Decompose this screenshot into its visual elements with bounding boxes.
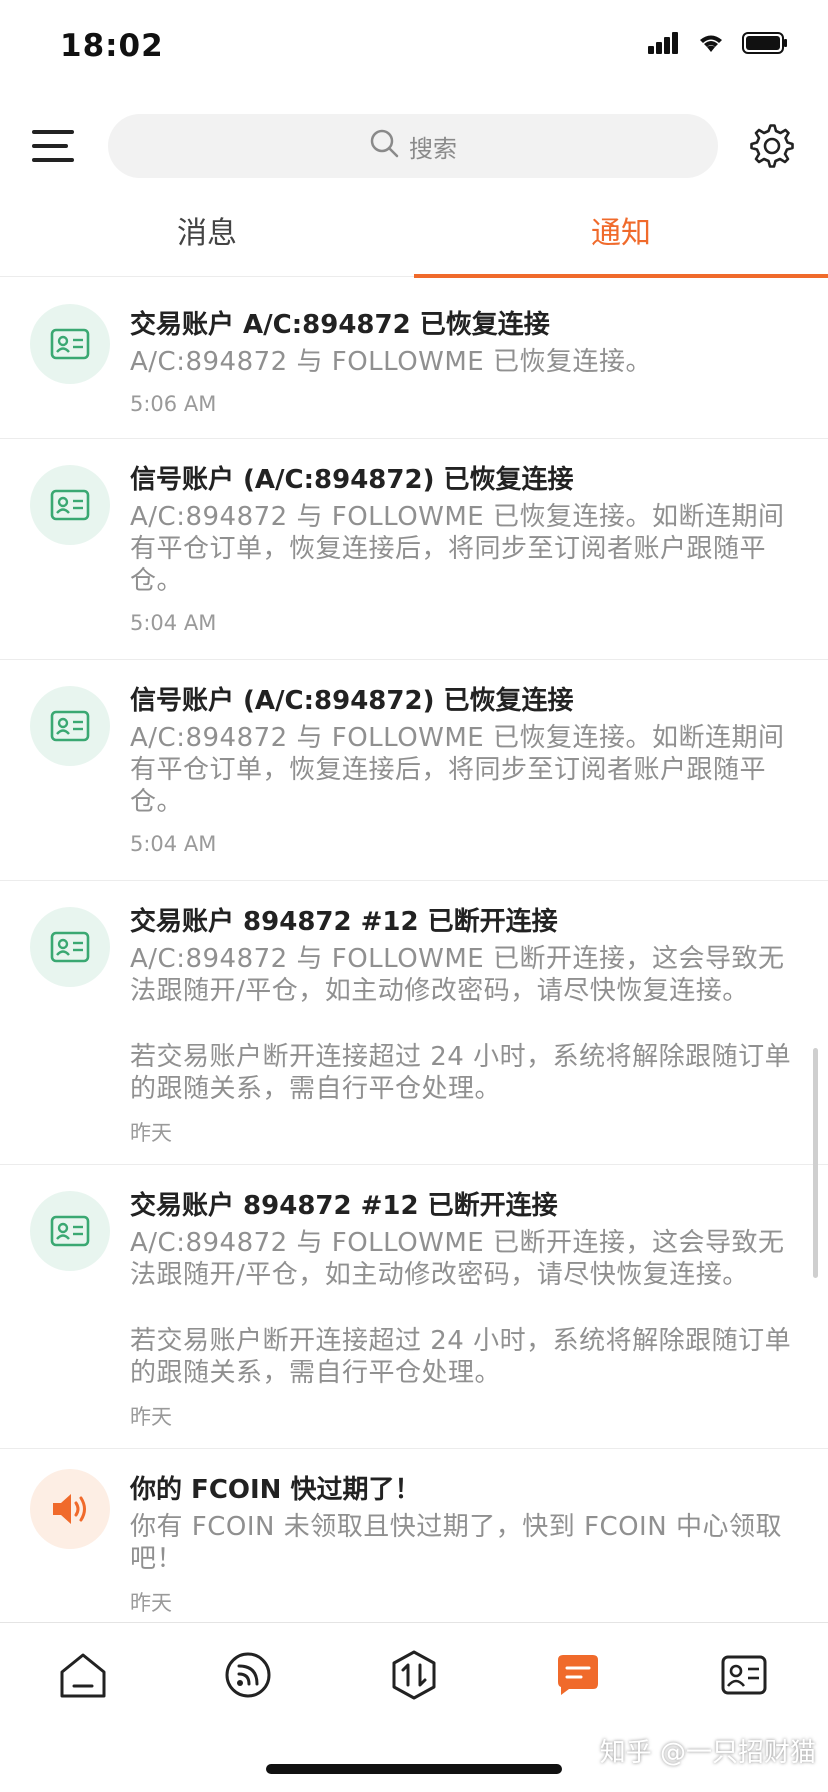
settings-button[interactable] bbox=[750, 124, 794, 168]
speaker-icon bbox=[30, 1469, 110, 1549]
notification-title: 交易账户 894872 #12 已断开连接 bbox=[130, 1191, 558, 1221]
feed-icon bbox=[223, 1650, 273, 1704]
notification-body: 你有 FCOIN 未领取且快过期了，快到 FCOIN 中心领取吧！ bbox=[130, 1512, 782, 1574]
notification-list[interactable]: 交易账户 A/C:894872 已恢复连接 A/C:894872 与 FOLLO… bbox=[0, 278, 828, 1616]
notification-body: A/C:894872 与 FOLLOWME 已恢复连接。 bbox=[130, 347, 653, 377]
profile-card-icon bbox=[720, 1654, 768, 1700]
scrollbar[interactable] bbox=[813, 1048, 818, 1278]
notification-item[interactable]: 信号账户 (A/C:894872) 已恢复连接 A/C:894872 与 FOL… bbox=[0, 439, 828, 660]
header: 搜索 bbox=[0, 110, 828, 182]
menu-button[interactable] bbox=[32, 126, 76, 166]
status-bar: 18:02 bbox=[0, 0, 828, 100]
tab-notifications[interactable]: 通知 bbox=[414, 204, 828, 272]
notification-body: A/C:894872 与 FOLLOWME 已恢复连接。如断连期间有平仓订单，恢… bbox=[130, 723, 785, 817]
notification-time: 5:04 AM bbox=[130, 832, 217, 856]
tab-bar: 消息 通知 bbox=[0, 204, 828, 278]
notification-body: A/C:894872 与 FOLLOWME 已断开连接，这会导致无法跟随开/平仓… bbox=[130, 944, 785, 1006]
notification-title: 你的 FCOIN 快过期了！ bbox=[130, 1475, 421, 1505]
message-icon bbox=[555, 1652, 601, 1702]
notification-item[interactable]: 交易账户 894872 #12 已断开连接 A/C:894872 与 FOLLO… bbox=[0, 881, 828, 1165]
notification-time: 昨天 bbox=[130, 1405, 172, 1429]
watermark: 知乎 @一只招财猫 bbox=[599, 1738, 816, 1768]
search-placeholder: 搜索 bbox=[409, 134, 457, 163]
home-icon bbox=[57, 1650, 109, 1704]
notification-item[interactable]: 交易账户 A/C:894872 已恢复连接 A/C:894872 与 FOLLO… bbox=[0, 278, 828, 439]
account-card-icon bbox=[30, 304, 110, 384]
account-card-icon bbox=[30, 1191, 110, 1271]
account-card-icon bbox=[30, 686, 110, 766]
notification-item[interactable]: 信号账户 (A/C:894872) 已恢复连接 A/C:894872 与 FOL… bbox=[0, 660, 828, 881]
notification-time: 昨天 bbox=[130, 1121, 172, 1145]
nav-feed[interactable] bbox=[218, 1647, 278, 1707]
status-icons bbox=[648, 32, 788, 58]
notification-title: 交易账户 A/C:894872 已恢复连接 bbox=[130, 310, 550, 340]
gear-icon bbox=[750, 124, 794, 172]
notification-title: 交易账户 894872 #12 已断开连接 bbox=[130, 907, 558, 937]
notification-body-extra: 若交易账户断开连接超过 24 小时，系统将解除跟随订单的跟随关系，需自行平仓处理… bbox=[130, 1326, 792, 1388]
notification-body-extra: 若交易账户断开连接超过 24 小时，系统将解除跟随订单的跟随关系，需自行平仓处理… bbox=[130, 1042, 792, 1104]
nav-profile[interactable] bbox=[714, 1647, 774, 1707]
nav-trade[interactable] bbox=[384, 1647, 444, 1707]
notification-time: 5:06 AM bbox=[130, 392, 217, 416]
search-icon bbox=[369, 128, 399, 164]
notification-title: 信号账户 (A/C:894872) 已恢复连接 bbox=[130, 686, 574, 716]
notification-body: A/C:894872 与 FOLLOWME 已恢复连接。如断连期间有平仓订单，恢… bbox=[130, 502, 785, 596]
notification-body: A/C:894872 与 FOLLOWME 已断开连接，这会导致无法跟随开/平仓… bbox=[130, 1228, 785, 1290]
notification-time: 昨天 bbox=[130, 1591, 172, 1615]
search-bar[interactable]: 搜索 bbox=[108, 114, 718, 178]
battery-icon bbox=[742, 32, 788, 58]
notification-time: 5:04 AM bbox=[130, 611, 217, 635]
trade-icon bbox=[390, 1649, 438, 1705]
notification-item[interactable]: 你的 FCOIN 快过期了！ 你有 FCOIN 未领取且快过期了，快到 FCOI… bbox=[0, 1449, 828, 1616]
account-card-icon bbox=[30, 465, 110, 545]
notification-title: 信号账户 (A/C:894872) 已恢复连接 bbox=[130, 465, 574, 495]
nav-home[interactable] bbox=[53, 1647, 113, 1707]
bottom-nav bbox=[0, 1622, 828, 1723]
signal-icon bbox=[648, 32, 680, 58]
wifi-icon bbox=[696, 32, 726, 58]
account-card-icon bbox=[30, 907, 110, 987]
home-indicator[interactable] bbox=[266, 1764, 562, 1774]
nav-messages[interactable] bbox=[548, 1647, 608, 1707]
tab-messages[interactable]: 消息 bbox=[0, 204, 414, 272]
notification-item[interactable]: 交易账户 894872 #12 已断开连接 A/C:894872 与 FOLLO… bbox=[0, 1165, 828, 1449]
status-time: 18:02 bbox=[60, 28, 164, 64]
